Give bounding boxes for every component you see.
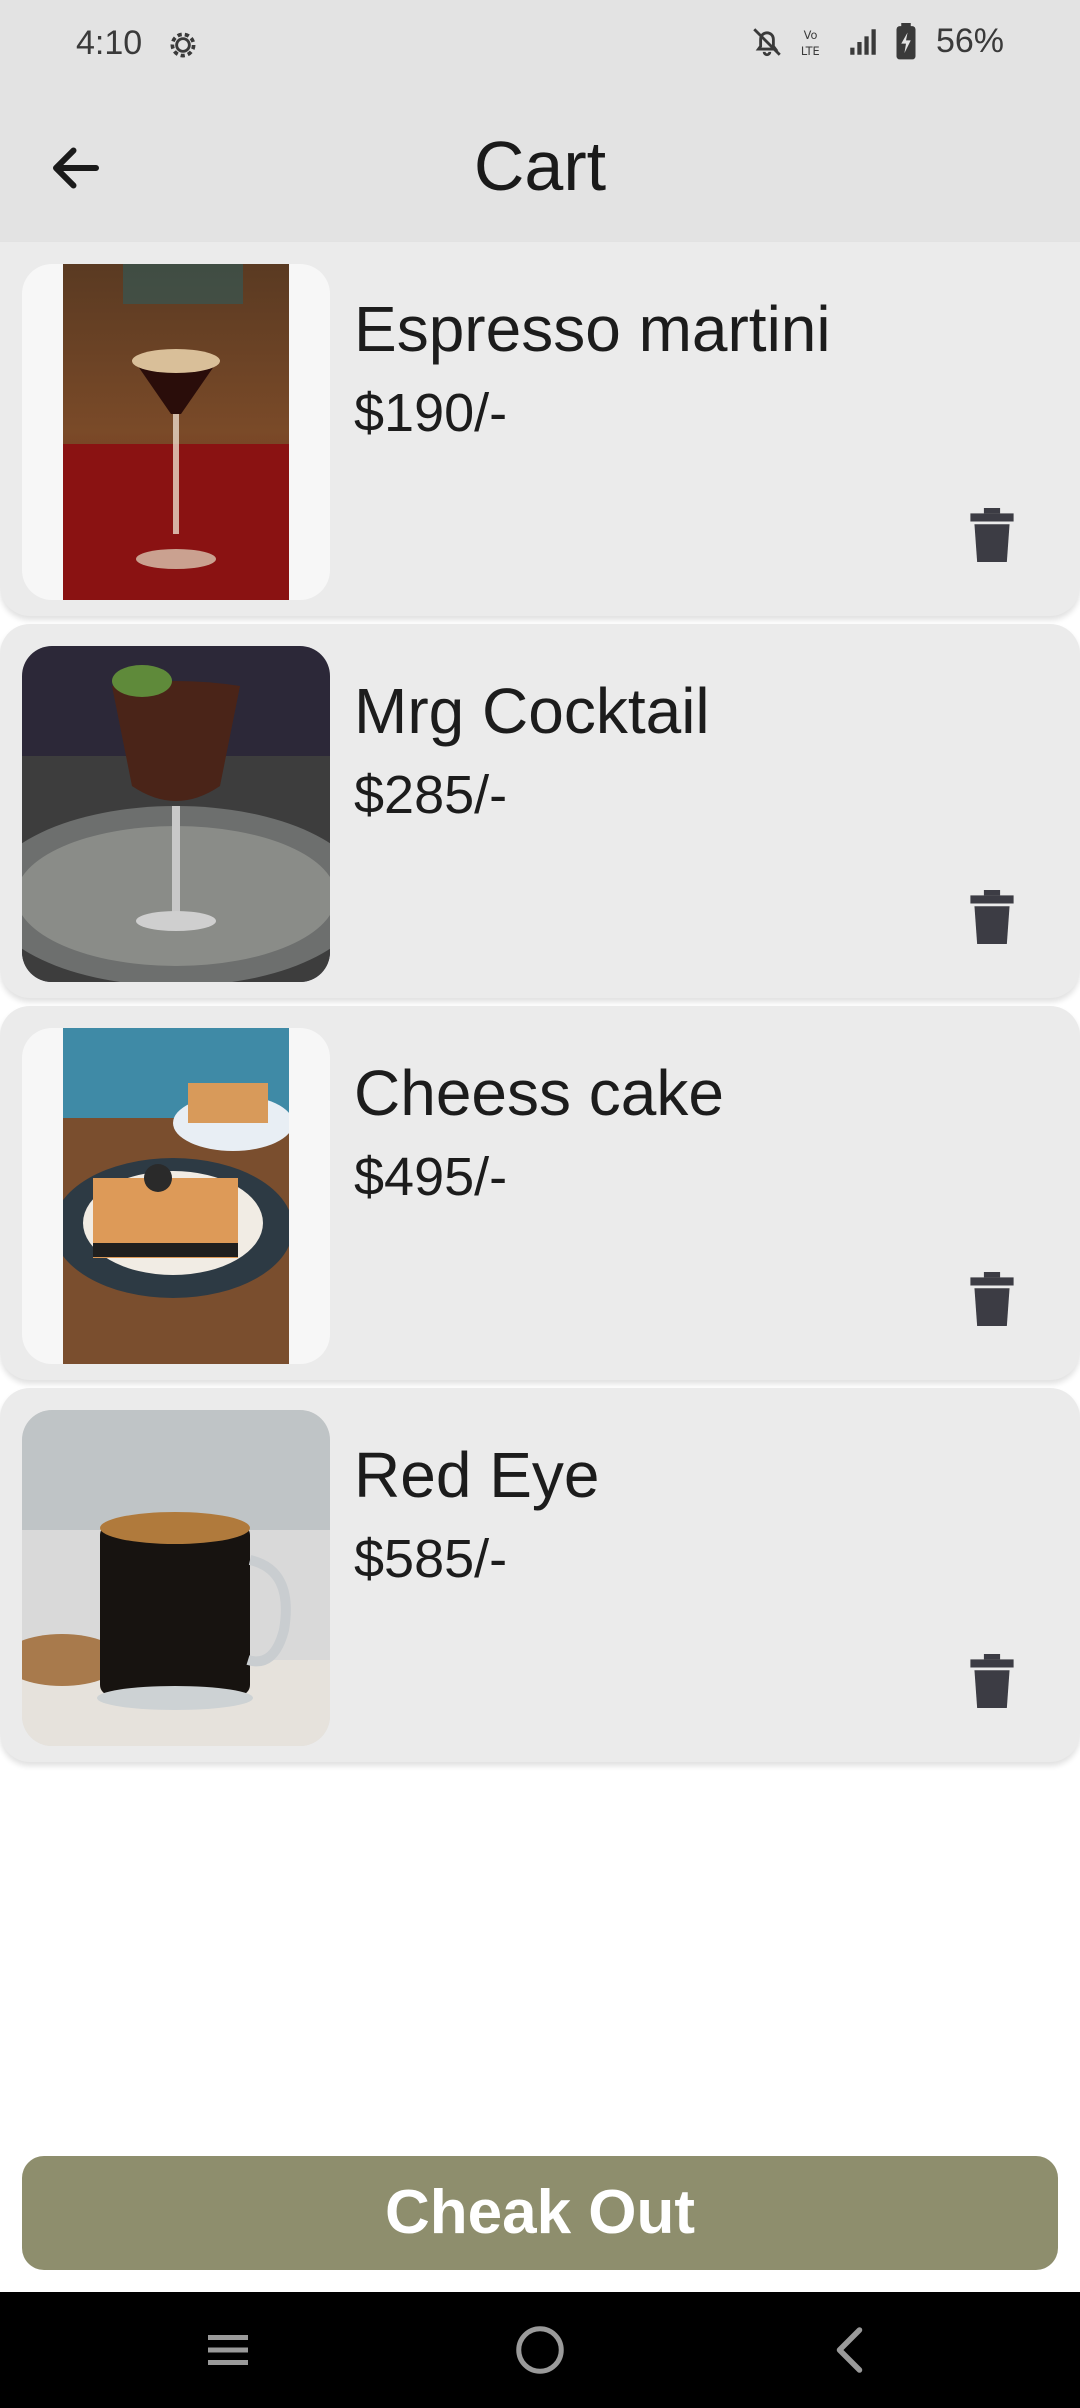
trash-icon[interactable]	[970, 1654, 1014, 1708]
status-bar: 4:10 Vo LTE 56%	[0, 0, 1080, 88]
svg-text:LTE: LTE	[801, 43, 820, 57]
red-eye-coffee-image	[22, 1410, 330, 1746]
back-icon[interactable]	[822, 2320, 882, 2380]
home-icon[interactable]	[510, 2320, 570, 2380]
item-price: $495/-	[354, 1147, 508, 1207]
cart-item[interactable]: Cheess cake $495/-	[0, 1006, 1080, 1380]
cart-item[interactable]: Mrg Cocktail $285/-	[0, 624, 1080, 998]
item-name: Mrg Cocktail	[354, 675, 710, 747]
cart-item[interactable]: Espresso martini $190/-	[0, 242, 1080, 616]
cart-list: Espresso martini $190/- Mrg Cocktail $28…	[0, 242, 1080, 1770]
cheesecake-image	[22, 1028, 330, 1364]
signal-icon	[850, 28, 876, 55]
page-title: Cart	[473, 127, 607, 205]
checkout-button[interactable]: Cheak Out	[22, 2156, 1058, 2270]
bell-off-icon	[753, 27, 781, 56]
item-name: Espresso martini	[354, 293, 831, 365]
battery-icon	[896, 22, 916, 59]
item-name: Cheess cake	[354, 1057, 724, 1129]
recents-icon[interactable]	[198, 2320, 258, 2380]
mrg-cocktail-image	[22, 646, 330, 982]
trash-icon[interactable]	[970, 1272, 1014, 1326]
item-name: Red Eye	[354, 1439, 600, 1511]
trash-icon[interactable]	[970, 508, 1014, 562]
volte-icon: Vo LTE	[801, 28, 820, 58]
svg-text:Vo: Vo	[804, 28, 818, 42]
cart-item[interactable]: Red Eye $585/-	[0, 1388, 1080, 1762]
item-price: $285/-	[354, 765, 508, 825]
item-price: $190/-	[354, 383, 508, 443]
item-price: $585/-	[354, 1529, 508, 1589]
battery-percentage: 56%	[935, 22, 1004, 60]
status-time: 4:10	[76, 24, 143, 62]
espresso-martini-image	[22, 264, 330, 600]
system-nav-bar	[0, 2292, 1080, 2408]
status-icons: Vo LTE 56%	[750, 22, 1004, 61]
app-bar: Cart	[0, 88, 1080, 242]
trash-icon[interactable]	[970, 890, 1014, 944]
gear-icon	[170, 32, 196, 58]
